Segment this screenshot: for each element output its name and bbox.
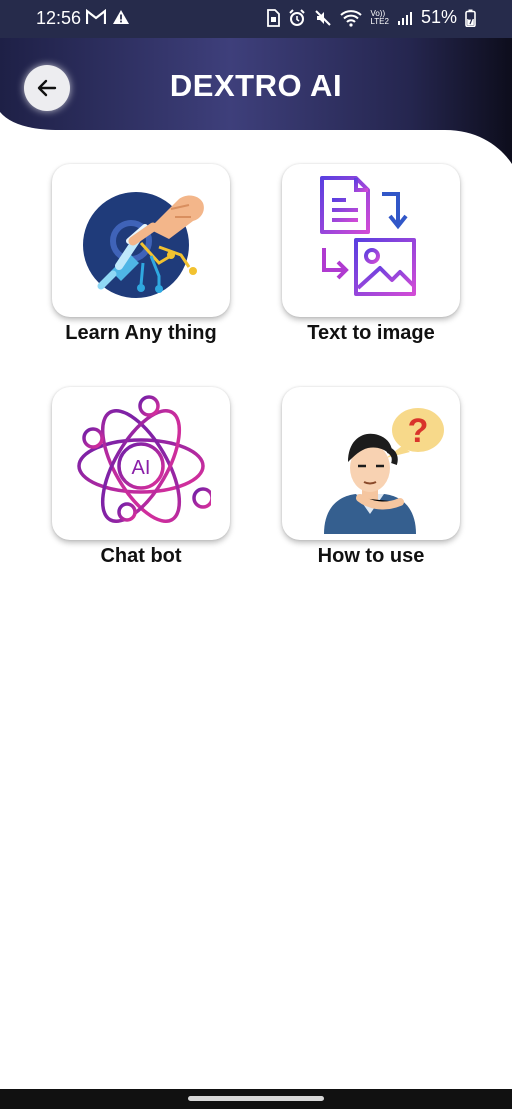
app-header: DEXTRO AI xyxy=(0,38,512,164)
text-to-image-card[interactable] xyxy=(282,164,460,317)
how-to-use-label: How to use xyxy=(317,545,425,567)
ai-atom-icon: AI xyxy=(77,394,211,523)
text-to-image-label: Text to image xyxy=(307,322,435,344)
chat-bot-card[interactable]: AI xyxy=(52,387,230,540)
how-to-use-card[interactable]: ? xyxy=(282,387,460,540)
signal-icon xyxy=(397,10,413,26)
sim-icon xyxy=(266,8,281,27)
text-to-image-icon xyxy=(320,175,416,296)
chat-bot-label: Chat bot xyxy=(100,545,182,567)
learn-anything-card[interactable] xyxy=(52,164,230,317)
alarm-icon xyxy=(288,8,306,27)
battery-percent: 51% xyxy=(420,7,457,27)
learn-anything-label: Learn Any thing xyxy=(65,322,217,344)
gmail-icon xyxy=(85,8,107,30)
system-nav-bar xyxy=(0,1089,512,1109)
volte-icon: Vo)) LTE2 xyxy=(370,8,389,26)
svg-text:AI: AI xyxy=(132,457,151,479)
mute-icon xyxy=(314,9,332,27)
home-gesture-handle[interactable] xyxy=(188,1096,324,1101)
warning-icon xyxy=(112,9,130,30)
page-title: DEXTRO AI xyxy=(169,68,343,103)
robot-hand-touch-icon xyxy=(83,191,204,298)
wifi-icon xyxy=(340,9,363,27)
battery-icon xyxy=(465,9,476,27)
status-bar: 12:56 Vo)) LTE2 51% xyxy=(0,0,512,38)
confused-person-icon: ? xyxy=(324,407,444,534)
status-time: 12:56 xyxy=(36,8,82,28)
svg-text:?: ? xyxy=(408,412,429,450)
